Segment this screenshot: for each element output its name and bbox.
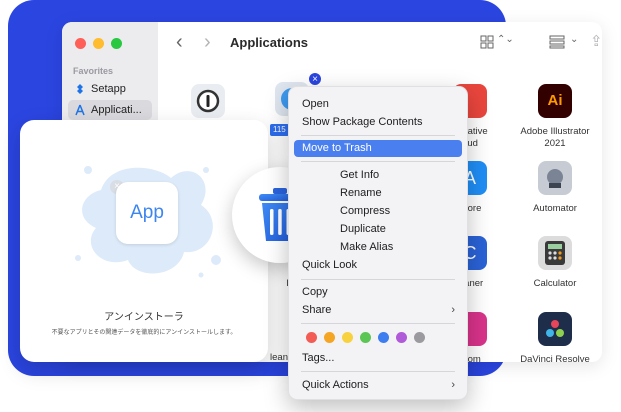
automator-icon: [538, 161, 572, 195]
menu-item-get-info[interactable]: Get Info: [294, 167, 462, 184]
menu-item-label: Make Alias: [340, 241, 394, 253]
menu-item-show-package-contents[interactable]: Show Package Contents: [294, 114, 462, 131]
menu-item-label: Quick Actions: [302, 379, 369, 391]
menu-separator: [301, 135, 455, 136]
app-adobe-illustrator[interactable]: Ai Adobe Illustrator 2021: [510, 84, 600, 150]
app-automator[interactable]: Automator: [510, 161, 600, 215]
tag-blue[interactable]: [378, 332, 389, 343]
view-toggle-chevron-icon[interactable]: ⌃⌄: [497, 34, 514, 45]
sidebar-item-label: Applicati...: [91, 104, 142, 116]
sidebar-item-label: Setapp: [91, 83, 126, 95]
menu-item-rename[interactable]: Rename: [294, 185, 462, 202]
app-label: Automator: [533, 203, 577, 214]
tag-purple[interactable]: [396, 332, 407, 343]
share-icon[interactable]: ⇪: [590, 32, 602, 50]
menu-item-share[interactable]: Share ›: [294, 302, 462, 319]
menu-item-label: Duplicate: [340, 223, 386, 235]
menu-separator: [301, 279, 455, 280]
menu-item-label: Compress: [340, 205, 391, 217]
menu-separator: [301, 371, 455, 372]
chevron-right-icon: ›: [451, 304, 455, 316]
uninstaller-card: × App アンインストーラ 不要なアプリとその関連データを徹底的にアンインスト…: [20, 120, 268, 362]
setapp-icon: [73, 83, 86, 96]
menu-item-label: Share: [302, 304, 332, 316]
applications-icon: [73, 104, 86, 117]
tag-yellow[interactable]: [342, 332, 353, 343]
menu-item-copy[interactable]: Copy: [294, 284, 462, 301]
menu-item-label: Rename: [340, 187, 382, 199]
minimize-window-button[interactable]: [93, 38, 104, 49]
item-count-badge: 115: [270, 124, 289, 136]
forward-button[interactable]: ›: [204, 31, 211, 54]
illustrator-icon: Ai: [538, 84, 572, 118]
1password-icon: [191, 84, 225, 118]
sidebar-item-applications[interactable]: Applicati...: [68, 100, 152, 120]
menu-separator: [301, 161, 455, 162]
window-controls: [75, 38, 122, 49]
app-label: Adobe Illustrator 2021: [520, 126, 590, 149]
tag-red[interactable]: [306, 332, 317, 343]
sidebar-item-setapp[interactable]: Setapp: [68, 79, 152, 99]
menu-item-duplicate[interactable]: Duplicate: [294, 221, 462, 238]
app-label: Calculator: [533, 278, 577, 289]
favorites-label: Favorites: [73, 66, 114, 76]
menu-separator: [301, 323, 455, 324]
menu-item-make-alias[interactable]: Make Alias: [294, 239, 462, 256]
finder-toolbar: ‹ › Applications ⌃⌄ ⌄ ⇪: [158, 22, 602, 62]
app-label: DaVinci Resolve: [520, 354, 590, 362]
window-title: Applications: [230, 35, 309, 50]
chevron-down-icon[interactable]: ⌄: [570, 34, 578, 45]
close-window-button[interactable]: [75, 38, 86, 49]
menu-item-open[interactable]: Open: [294, 96, 462, 113]
group-view-icon[interactable]: [549, 35, 571, 49]
context-menu: Open Show Package Contents Move to Trash…: [288, 86, 468, 400]
tag-orange[interactable]: [324, 332, 335, 343]
menu-item-quick-actions[interactable]: Quick Actions ›: [294, 377, 462, 394]
back-button[interactable]: ‹: [176, 31, 183, 54]
menu-item-move-to-trash[interactable]: Move to Trash: [294, 140, 462, 157]
card-subtitle: 不要なアプリとその関連データを徹底的にアンインストールします。: [51, 330, 237, 336]
tag-green[interactable]: [360, 332, 371, 343]
app-placeholder-icon: App: [116, 182, 178, 244]
card-title: アンインストーラ: [104, 312, 184, 323]
app-1password[interactable]: [163, 84, 253, 118]
menu-item-compress[interactable]: Compress: [294, 203, 462, 220]
remove-badge-icon[interactable]: ×: [308, 72, 322, 86]
davinci-resolve-icon: [538, 312, 572, 346]
promo-stage: Favorites Setapp Applicati... ‹ › Applic…: [0, 0, 621, 412]
app-davinci-resolve[interactable]: DaVinci Resolve: [510, 312, 600, 362]
chevron-right-icon: ›: [451, 379, 455, 391]
menu-item-label: Get Info: [340, 169, 380, 181]
app-placeholder-label: App: [130, 202, 164, 223]
calculator-icon: [538, 236, 572, 270]
menu-item-quick-look[interactable]: Quick Look: [294, 257, 462, 274]
zoom-window-button[interactable]: [111, 38, 122, 49]
menu-item-tags[interactable]: Tags...: [294, 350, 462, 367]
app-calculator[interactable]: Calculator: [510, 236, 600, 290]
tag-gray[interactable]: [414, 332, 425, 343]
tag-color-row: [306, 332, 425, 343]
